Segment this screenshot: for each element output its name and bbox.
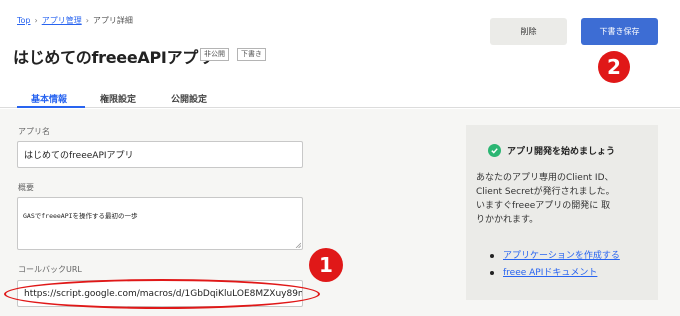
resize-handle-icon[interactable] xyxy=(295,242,301,248)
breadcrumb-current: アプリ詳細 xyxy=(92,16,133,25)
callback-url-label: コールバックURL xyxy=(18,265,82,274)
active-tab-indicator xyxy=(17,106,85,108)
list-item: freee APIドキュメント xyxy=(490,265,620,282)
panel-links: アプリケーションを作成する freee APIドキュメント xyxy=(490,248,620,282)
app-name-label: アプリ名 xyxy=(18,127,50,136)
page-title: はじめてのfreeeAPIアプリ xyxy=(13,48,214,67)
breadcrumb-apps-link[interactable]: アプリ管理 xyxy=(42,15,82,26)
breadcrumb-top-link[interactable]: Top xyxy=(17,16,31,25)
delete-button[interactable]: 削除 xyxy=(490,18,567,45)
panel-line: りかかれます。 xyxy=(476,215,539,225)
status-badge-draft: 下書き xyxy=(237,48,266,61)
status-badge-private: 非公開 xyxy=(200,48,229,61)
app-name-input[interactable]: はじめてのfreeeAPIアプリ xyxy=(17,141,303,168)
chevron-right-icon: › xyxy=(85,16,89,25)
panel-description: あなたのアプリ専用のClient ID、 Client Secretが発行されま… xyxy=(476,171,652,227)
tab-publish[interactable]: 公開設定 xyxy=(171,92,207,105)
list-item: アプリケーションを作成する xyxy=(490,248,620,265)
panel-title-text: アプリ開発を始めましょう xyxy=(507,147,616,157)
panel-title: アプリ開発を始めましょう xyxy=(488,144,615,157)
description-label: 概要 xyxy=(18,183,34,192)
api-docs-link[interactable]: freee APIドキュメント xyxy=(503,268,597,278)
annotation-marker-2: 2 xyxy=(598,51,630,83)
create-app-link[interactable]: アプリケーションを作成する xyxy=(503,251,620,261)
chevron-right-icon: › xyxy=(34,16,38,25)
panel-line: いますぐfreeeアプリの開発に 取 xyxy=(476,201,611,211)
save-draft-button[interactable]: 下書き保存 xyxy=(581,18,658,45)
description-textarea[interactable]: GASでfreeeAPIを操作する最初の一歩 xyxy=(17,197,303,250)
tab-basic-info[interactable]: 基本情報 xyxy=(31,92,67,105)
tab-permissions[interactable]: 権限設定 xyxy=(100,92,136,105)
breadcrumb: Top › アプリ管理 › アプリ詳細 xyxy=(17,15,133,26)
panel-line: Client Secretが発行されました。 xyxy=(476,187,615,197)
annotation-marker-1: 1 xyxy=(309,248,343,282)
callback-url-input[interactable]: https://script.google.com/macros/d/1GbDq… xyxy=(17,280,303,307)
check-circle-icon xyxy=(488,144,501,157)
tab-bar: 基本情報 権限設定 公開設定 xyxy=(0,88,680,108)
panel-line: あなたのアプリ専用のClient ID、 xyxy=(476,173,614,183)
